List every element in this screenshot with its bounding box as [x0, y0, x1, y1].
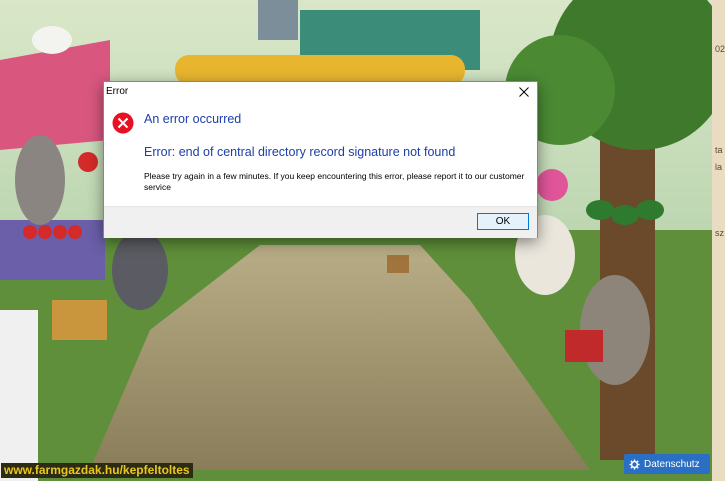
page-side-strip	[712, 0, 725, 481]
dialog-heading: An error occurred	[144, 112, 242, 126]
privacy-label: Datenschutz	[644, 458, 700, 470]
clock-tower	[258, 0, 298, 40]
dialog-title: Error	[106, 86, 129, 97]
side-strip-text: sz	[715, 228, 724, 238]
close-icon	[519, 87, 529, 97]
watermark-url: www.farmgazdak.hu/kepfeltoltes	[1, 463, 193, 478]
gear-icon	[629, 458, 640, 470]
donkey-character	[15, 135, 65, 225]
privacy-button[interactable]: Datenschutz	[624, 454, 710, 474]
fence-post	[0, 310, 38, 481]
raccoon-character	[112, 230, 168, 310]
dialog-footer: OK	[104, 206, 537, 238]
red-book	[565, 330, 603, 362]
error-icon	[112, 112, 134, 134]
dialog-titlebar[interactable]: Error	[104, 82, 537, 102]
ok-button[interactable]: OK	[477, 213, 529, 230]
game-background	[0, 0, 725, 481]
chicken	[32, 26, 72, 54]
side-strip-text: la	[715, 162, 723, 172]
error-message: Error: end of central directory record s…	[144, 145, 456, 159]
side-strip-text: 02	[715, 44, 725, 54]
side-strip-text: ta	[715, 145, 723, 155]
dialog-body-text: Please try again in a few minutes. If yo…	[144, 171, 525, 192]
close-button[interactable]	[511, 82, 537, 102]
error-dialog: Error An error occurred Error: end of ce…	[103, 81, 538, 238]
